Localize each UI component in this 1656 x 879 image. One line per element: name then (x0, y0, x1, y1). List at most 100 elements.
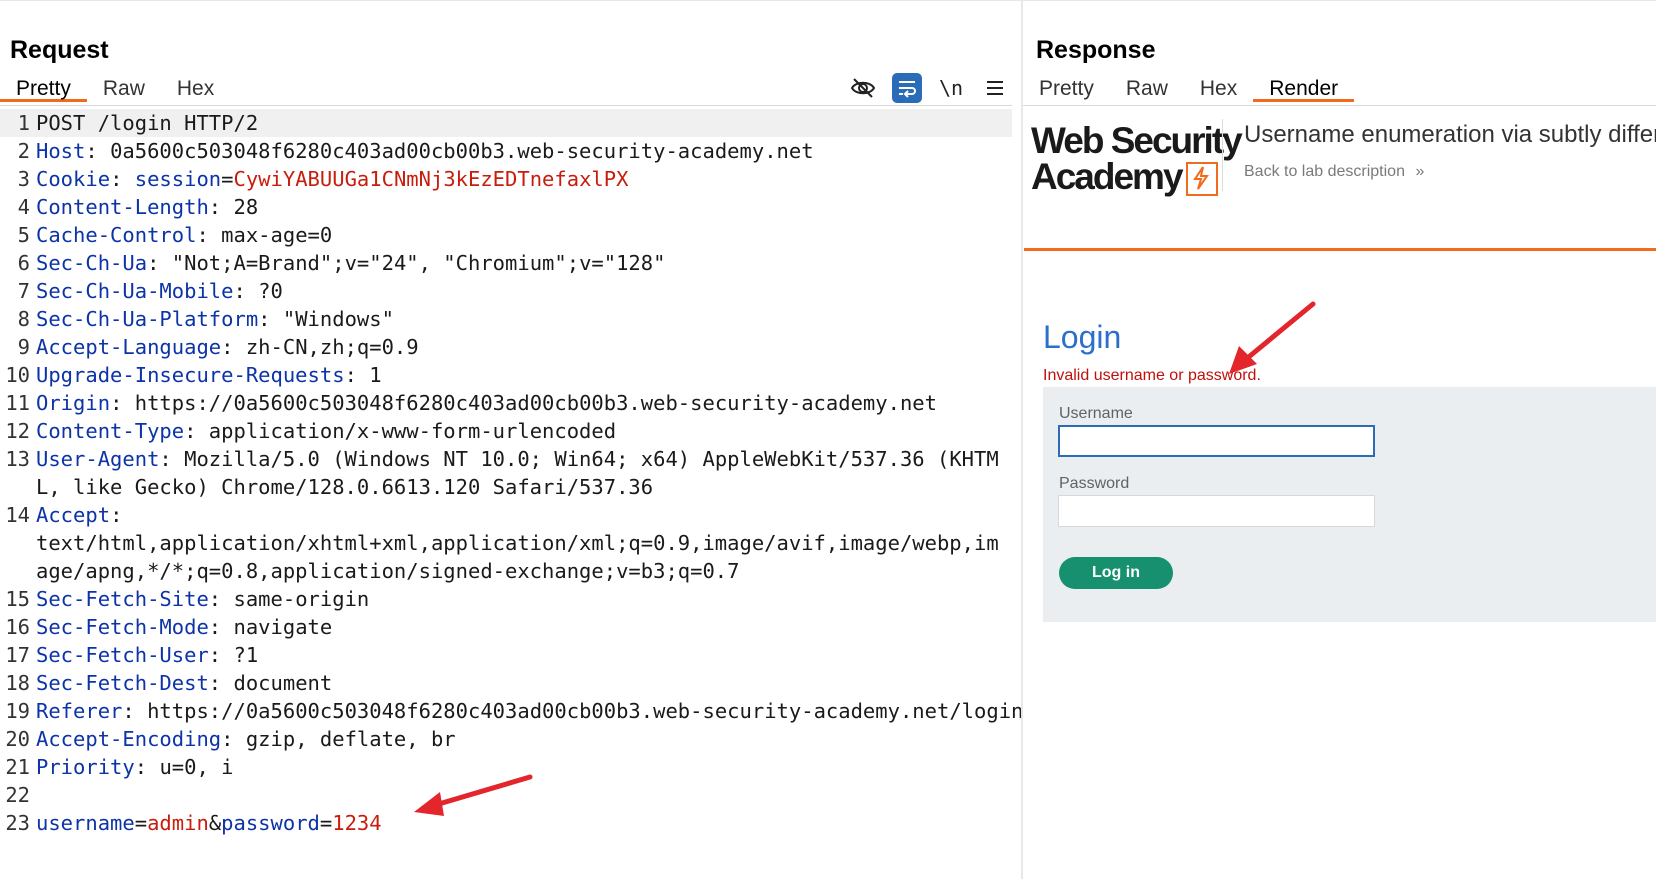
header-value: navigate (233, 615, 333, 639)
header-value: "Windows" (282, 307, 394, 331)
line-number: 3 (17, 167, 30, 191)
editor-line[interactable]: 13 User-Agent: Mozilla/5.0 (Windows NT 10… (0, 445, 1012, 501)
header-name: Accept (36, 503, 111, 527)
lightning-bolt-icon (1185, 162, 1218, 197)
line-content: Content-Length: 28 (36, 195, 259, 219)
header-name: Cache-Control (36, 223, 197, 247)
header-value: ?1 (233, 643, 259, 667)
line-number: 16 (5, 615, 30, 639)
logo-line-2-wrap: Academy (1031, 158, 1231, 197)
editor-line[interactable]: 20 Accept-Encoding: gzip, deflate, br (0, 725, 1012, 753)
hamburger-menu-icon[interactable] (980, 73, 1010, 103)
header-name: Accept-Encoding (36, 727, 222, 751)
editor-line[interactable]: 17 Sec-Fetch-User: ?1 (0, 641, 1012, 669)
line-content: Host: 0a5600c503048f6280c403ad00cb00b3.w… (36, 139, 814, 163)
login-button[interactable]: Log in (1059, 557, 1173, 589)
header-value: same-origin (233, 587, 370, 611)
editor-line[interactable]: 19 Referer: https://0a5600c503048f6280c40… (0, 697, 1023, 725)
line-content: Origin: https://0a5600c503048f6280c403ad… (36, 391, 937, 415)
editor-line[interactable]: 9 Accept-Language: zh-CN,zh;q=0.9 (0, 333, 1012, 361)
line-content: Accept-Encoding: gzip, deflate, br (36, 727, 456, 751)
request-tab-hex[interactable]: Hex (161, 72, 230, 102)
editor-line[interactable]: 14 Accept: text/html,application/xhtml+xm… (0, 501, 1012, 585)
editor-line[interactable]: 7 Sec-Ch-Ua-Mobile: ?0 (0, 277, 1012, 305)
editor-line[interactable]: 3 Cookie: session=CywiYABUUGa1CNmNj3kEzED… (0, 165, 1012, 193)
line-number: 22 (5, 783, 30, 807)
editor-line[interactable]: 18 Sec-Fetch-Dest: document (0, 669, 1012, 697)
line-content: Accept-Language: zh-CN,zh;q=0.9 (36, 335, 419, 359)
header-value: u=0, i (159, 755, 234, 779)
response-tab-raw[interactable]: Raw (1110, 72, 1184, 102)
header-name: Content-Type (36, 419, 185, 443)
editor-line[interactable]: 1 POST /login HTTP/2 (0, 109, 1012, 137)
editor-line[interactable]: 6 Sec-Ch-Ua: "Not;A=Brand";v="24", "Chrom… (0, 249, 1012, 277)
username-label: Username (1059, 405, 1133, 422)
line-content: Sec-Fetch-Site: same-origin (36, 587, 370, 611)
line-number: 4 (17, 195, 30, 219)
editor-line[interactable]: 16 Sec-Fetch-Mode: navigate (0, 613, 1012, 641)
header-value: text/html,application/xhtml+xml,applicat… (36, 531, 999, 583)
header-name: Sec-Fetch-Site (36, 587, 209, 611)
header-value: document (233, 671, 333, 695)
header-value: Mozilla/5.0 (Windows NT 10.0; Win64; x64… (36, 447, 999, 499)
line-content: Content-Type: application/x-www-form-url… (36, 419, 617, 443)
logo-line-1: Web Security (1031, 120, 1243, 161)
response-tab-underline (1023, 105, 1656, 106)
line-content: Sec-Fetch-Mode: navigate (36, 615, 333, 639)
line-number: 20 (5, 727, 30, 751)
back-link-label: Back to lab description (1244, 163, 1405, 180)
eye-slash-icon[interactable] (848, 73, 878, 103)
line-content: Priority: u=0, i (36, 755, 234, 779)
header-name: Referer (36, 699, 123, 723)
annotation-arrow-response-icon (1229, 301, 1316, 374)
line-number: 8 (17, 307, 30, 331)
response-title: Response (1036, 36, 1156, 64)
password-field[interactable] (1058, 495, 1375, 527)
line-number: 19 (5, 699, 30, 723)
editor-line[interactable]: 15 Sec-Fetch-Site: same-origin (0, 585, 1012, 613)
editor-line[interactable]: 11 Origin: https://0a5600c503048f6280c403… (0, 389, 1012, 417)
body-param-value: 1234 (332, 811, 382, 835)
username-field[interactable] (1058, 425, 1375, 457)
editor-line[interactable]: 2 Host: 0a5600c503048f6280c403ad00cb00b3.… (0, 137, 1012, 165)
response-tab-render[interactable]: Render (1253, 72, 1355, 102)
header-name: Sec-Ch-Ua-Platform (36, 307, 259, 331)
body-param-value: admin (147, 811, 209, 835)
editor-line[interactable]: 8 Sec-Ch-Ua-Platform: "Windows" (0, 305, 1012, 333)
request-tab-raw[interactable]: Raw (87, 72, 161, 102)
cookie-value: CywiYABUUGa1CNmNj3kEzEDTnefaxlPX (233, 167, 629, 191)
request-tab-pretty[interactable]: Pretty (0, 72, 87, 102)
request-toolbar: \n (848, 72, 1010, 104)
editor-line[interactable]: 4 Content-Length: 28 (0, 193, 1012, 221)
line-number: 10 (5, 363, 30, 387)
response-tab-hex[interactable]: Hex (1184, 72, 1253, 102)
line-content: Referer: https://0a5600c503048f6280c403a… (36, 699, 1024, 723)
line-content: Sec-Ch-Ua-Platform: "Windows" (36, 307, 394, 331)
line-number: 1 (17, 111, 30, 135)
header-name: Origin (36, 391, 111, 415)
line-content: Accept: text/html,application/xhtml+xml,… (36, 503, 999, 583)
request-editor[interactable]: 1 POST /login HTTP/2 2 Host: 0a5600c503048f… (0, 109, 1023, 837)
line-content: Sec-Fetch-User: ?1 (36, 643, 259, 667)
text-wrap-icon[interactable] (892, 73, 922, 103)
header-value: zh-CN,zh;q=0.9 (245, 335, 419, 359)
body-param-name: password (221, 811, 320, 835)
request-title: Request (10, 36, 109, 64)
logo-separator (1222, 119, 1223, 191)
editor-line[interactable]: 5 Cache-Control: max-age=0 (0, 221, 1012, 249)
back-to-lab-link[interactable]: Back to lab description » (1244, 163, 1424, 181)
header-name: Sec-Ch-Ua (36, 251, 148, 275)
login-form: Username Password Log in (1043, 387, 1656, 622)
response-tab-pretty[interactable]: Pretty (1023, 72, 1110, 102)
header-accent-bar (1024, 248, 1656, 251)
header-name: User-Agent (36, 447, 160, 471)
editor-line[interactable]: 10 Upgrade-Insecure-Requests: 1 (0, 361, 1012, 389)
header-name: Priority (36, 755, 135, 779)
line-number: 6 (17, 251, 30, 275)
header-name: Host (36, 139, 86, 163)
line-number: 11 (5, 391, 30, 415)
newline-toggle-button[interactable]: \n (936, 73, 966, 103)
editor-line[interactable]: 12 Content-Type: application/x-www-form-u… (0, 417, 1012, 445)
header-value: 1 (369, 363, 382, 387)
line-content: Upgrade-Insecure-Requests: 1 (36, 363, 382, 387)
